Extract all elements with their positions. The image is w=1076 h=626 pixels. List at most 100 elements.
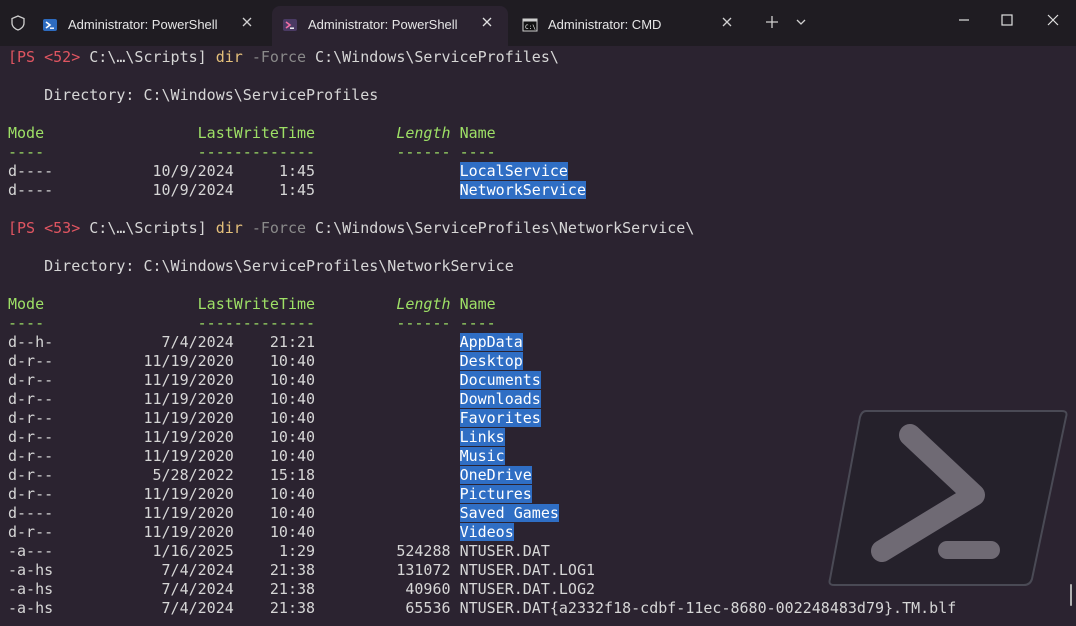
cell-date: 10/9/2024: [152, 181, 234, 199]
cell-name[interactable]: LocalService: [459, 162, 568, 180]
svg-text:C:\: C:\: [525, 24, 536, 31]
cell-name[interactable]: OneDrive: [459, 466, 532, 484]
chevron-down-icon[interactable]: [790, 11, 812, 33]
cell-time: 1:45: [278, 162, 316, 180]
command-argument: C:\Windows\ServiceProfiles\: [306, 48, 559, 66]
cell-mode: -a-hs: [8, 599, 54, 617]
cell-name[interactable]: Links: [459, 428, 505, 446]
tab-label: Administrator: PowerShell: [68, 17, 218, 32]
minimize-icon[interactable]: [950, 9, 978, 31]
cell-date: 11/19/2020: [143, 504, 234, 522]
table-row: d-r-- 11/19/2020 10:40 Desktop: [8, 352, 1068, 371]
cell-length: 65536: [405, 599, 451, 617]
cell-mode: d--h-: [8, 333, 54, 351]
cell-time: 21:21: [269, 333, 316, 351]
tab-powershell-2[interactable]: Administrator: PowerShell: [272, 6, 508, 46]
cell-name[interactable]: NTUSER.DAT.LOG1: [460, 561, 595, 579]
cell-time: 10:40: [269, 485, 316, 503]
cell-mode: d-r--: [8, 523, 54, 541]
close-icon[interactable]: [240, 15, 254, 29]
header-name: Name: [459, 124, 496, 142]
powershell-icon: [43, 19, 57, 31]
cell-mode: d----: [8, 504, 54, 522]
underline-mode: ----: [8, 143, 45, 161]
cell-date: 11/19/2020: [143, 390, 234, 408]
header-length: Length: [396, 124, 451, 142]
cell-time: 21:38: [269, 561, 316, 579]
cell-mode: -a-hs: [8, 561, 54, 579]
cell-date: 7/4/2024: [161, 333, 234, 351]
cell-time: 1:29: [278, 542, 316, 560]
title-bar: Administrator: PowerShell Administrator:…: [0, 0, 1076, 46]
command-name: dir: [206, 48, 243, 66]
powershell-icon: [283, 19, 297, 31]
cell-name[interactable]: NTUSER.DAT: [460, 542, 550, 560]
tab-cmd[interactable]: C:\ Administrator: CMD: [512, 6, 748, 46]
command-argument: C:\Windows\ServiceProfiles\NetworkServic…: [306, 219, 695, 237]
header-lastwritetime: LastWriteTime: [197, 295, 316, 313]
terminal-window: Administrator: PowerShell Administrator:…: [0, 0, 1076, 626]
cell-date: 10/9/2024: [152, 162, 234, 180]
command-flag: -Force: [242, 48, 307, 66]
cell-time: 10:40: [269, 447, 316, 465]
close-icon[interactable]: [480, 15, 494, 29]
cell-date: 7/4/2024: [161, 561, 234, 579]
underline-mode: ----: [8, 314, 45, 332]
cell-name[interactable]: Music: [459, 447, 505, 465]
cell-mode: d-r--: [8, 409, 54, 427]
scrollbar[interactable]: [1070, 584, 1072, 606]
prompt-path: C:\…\Scripts]: [80, 48, 207, 66]
cell-time: 10:40: [269, 409, 316, 427]
directory-path: Directory: C:\Windows\ServiceProfiles\Ne…: [8, 257, 514, 275]
close-window-icon[interactable]: [1039, 9, 1067, 31]
table-row: d---- 10/9/2024 1:45 LocalService: [8, 162, 1068, 181]
directory-line: Directory: C:\Windows\ServiceProfiles\Ne…: [8, 257, 1068, 276]
cell-date: 7/4/2024: [161, 599, 234, 617]
cell-time: 10:40: [269, 523, 316, 541]
shield-icon: [11, 15, 25, 31]
cell-date: 11/19/2020: [143, 352, 234, 370]
maximize-icon[interactable]: [993, 9, 1021, 31]
cell-mode: -a-hs: [8, 580, 54, 598]
cell-time: 21:38: [269, 580, 316, 598]
cell-mode: d----: [8, 162, 54, 180]
cell-date: 5/28/2022: [152, 466, 234, 484]
prompt-line: [PS <53> C:\…\Scripts] dir -Force C:\Win…: [8, 219, 1068, 238]
table-row: -a-hs 7/4/2024 21:38 65536 NTUSER.DAT{a2…: [8, 599, 1068, 618]
cell-name[interactable]: Pictures: [459, 485, 532, 503]
underline-lastwritetime: -------------: [197, 314, 316, 332]
cell-date: 11/19/2020: [143, 409, 234, 427]
cell-time: 10:40: [269, 371, 316, 389]
cell-name[interactable]: Videos: [459, 523, 514, 541]
cell-name[interactable]: Favorites: [459, 409, 541, 427]
cell-name[interactable]: NTUSER.DAT{a2332f18-cdbf-11ec-8680-00224…: [460, 599, 957, 617]
table-row: d---- 10/9/2024 1:45 NetworkService: [8, 181, 1068, 200]
cell-name[interactable]: NTUSER.DAT.LOG2: [460, 580, 595, 598]
cell-length: 524288: [396, 542, 451, 560]
header-mode: Mode: [8, 295, 45, 313]
underline-length: ------: [396, 143, 451, 161]
table-row: d--h- 7/4/2024 21:21 AppData: [8, 333, 1068, 352]
cell-date: 11/19/2020: [143, 485, 234, 503]
cell-name[interactable]: Downloads: [459, 390, 541, 408]
underline-length: ------: [396, 314, 451, 332]
header-name: Name: [459, 295, 496, 313]
prompt-line: [PS <52> C:\…\Scripts] dir -Force C:\Win…: [8, 48, 1068, 67]
close-icon[interactable]: [720, 15, 734, 29]
new-tab-plus-icon[interactable]: [761, 11, 783, 33]
cell-time: 15:18: [269, 466, 316, 484]
cell-name[interactable]: Saved Games: [459, 504, 559, 522]
cell-name[interactable]: AppData: [459, 333, 523, 351]
cell-name[interactable]: NetworkService: [459, 181, 586, 199]
cell-length: 131072: [396, 561, 451, 579]
table-header-underline: ---- ------------- ------ ----: [8, 143, 1068, 162]
cell-mode: d-r--: [8, 485, 54, 503]
cell-name[interactable]: Documents: [459, 371, 541, 389]
cell-name[interactable]: Desktop: [459, 352, 523, 370]
cell-time: 10:40: [269, 504, 316, 522]
tab-powershell-1[interactable]: Administrator: PowerShell: [32, 6, 268, 46]
command-flag: -Force: [242, 219, 307, 237]
